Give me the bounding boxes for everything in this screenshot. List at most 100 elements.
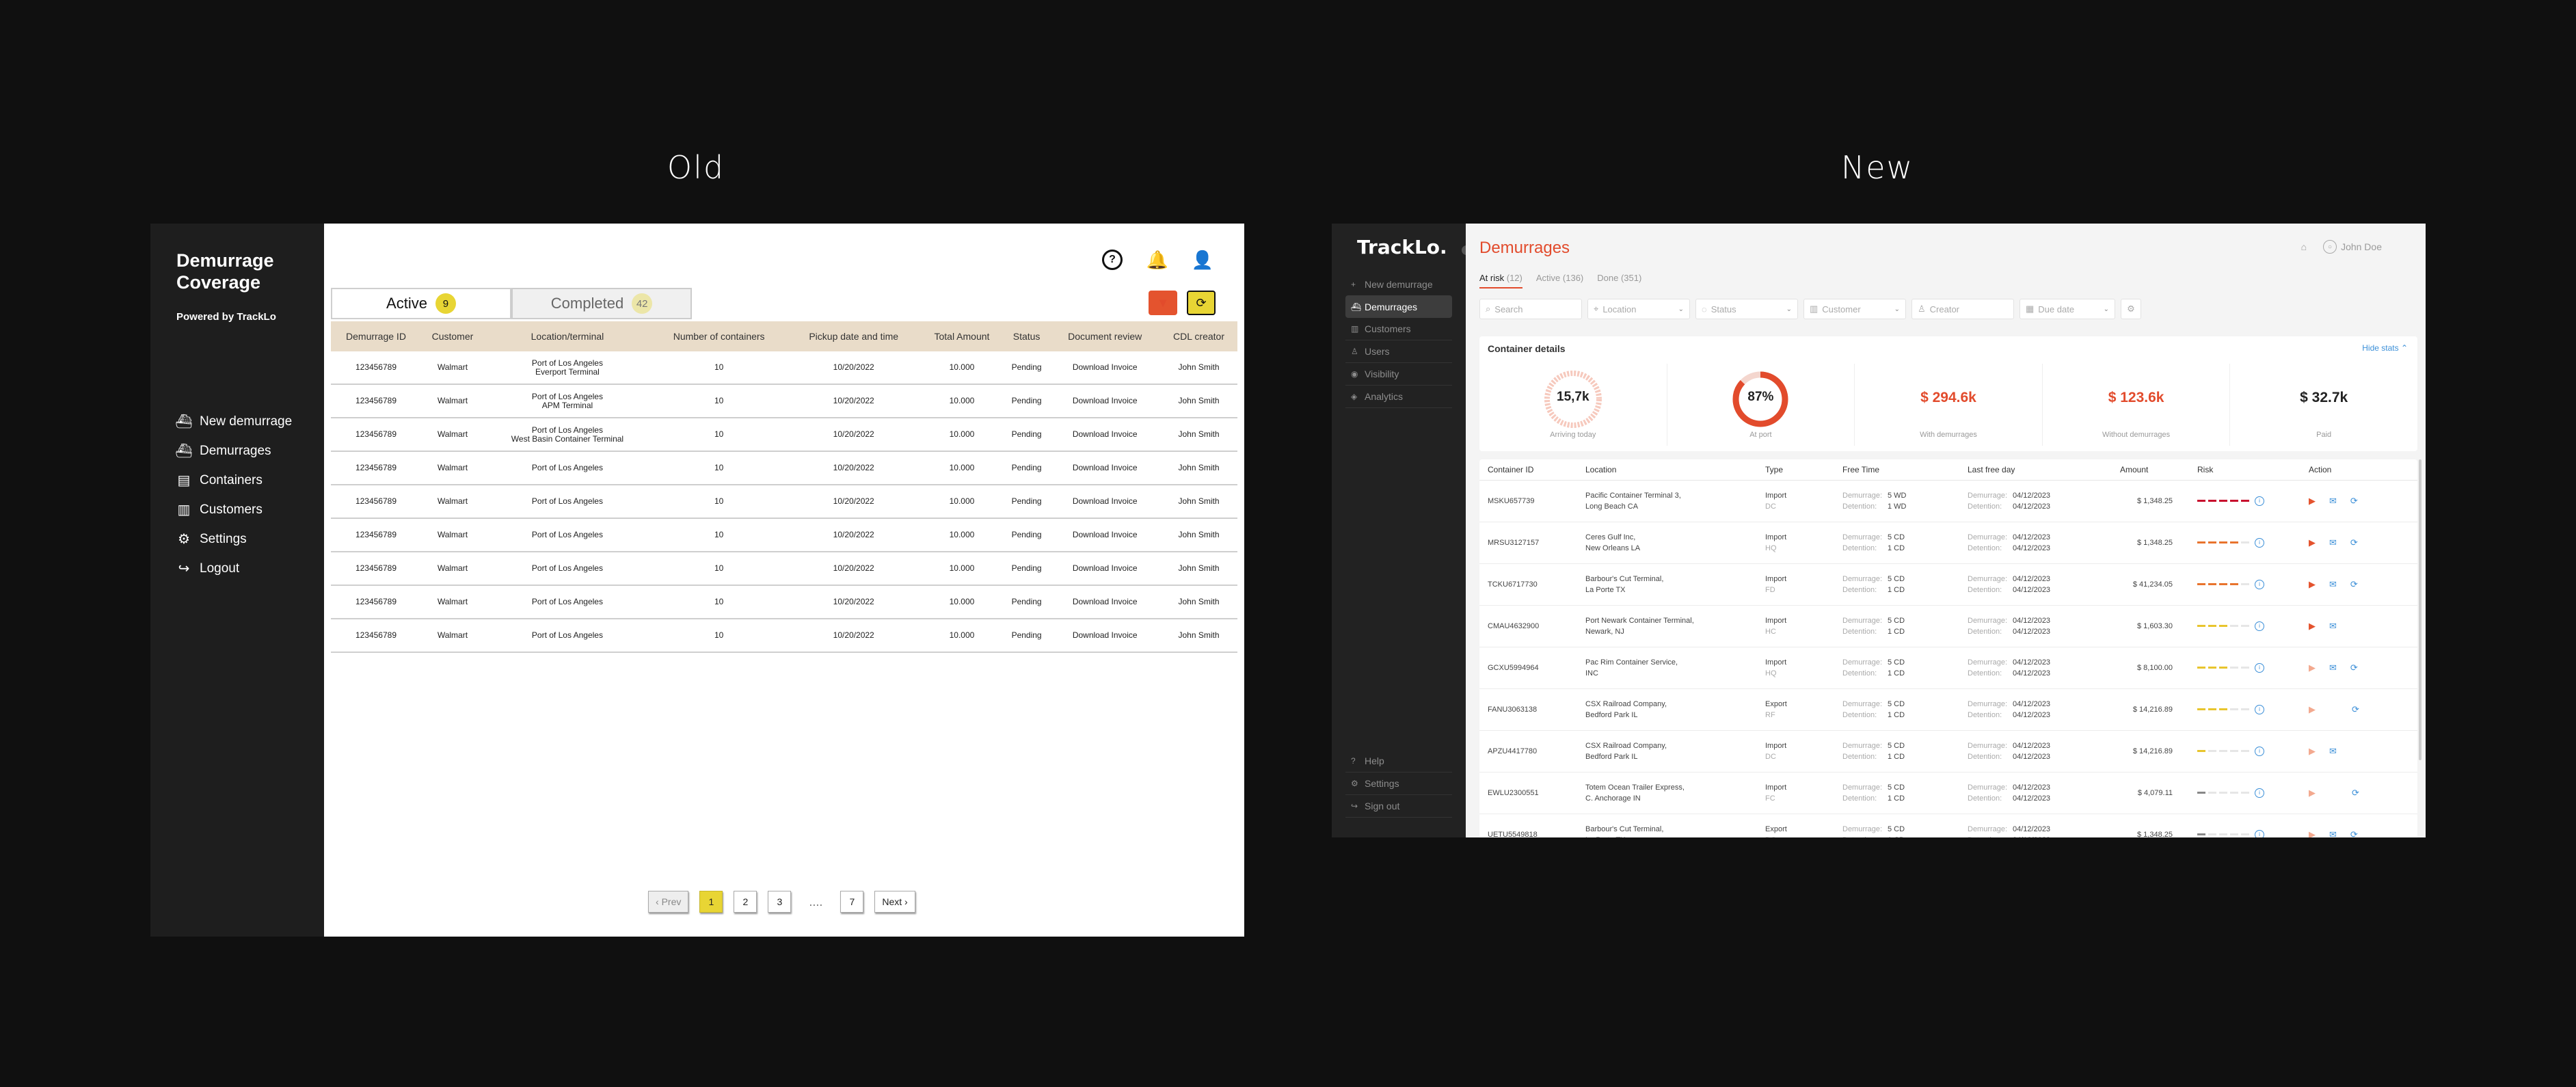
nav-item-new-demurrage[interactable]: + New demurrage <box>1345 273 1452 295</box>
column-header[interactable]: Total Amount <box>920 321 1004 351</box>
hide-stats-link[interactable]: Hide stats ⌃ <box>2362 343 2408 353</box>
table-row[interactable]: 123456789 Walmart Port of Los Angeles 10 10/… <box>331 518 1237 552</box>
refresh-icon[interactable]: ⟳ <box>2350 662 2358 673</box>
column-header[interactable]: CDL creator <box>1160 321 1237 351</box>
column-header[interactable]: Location <box>1577 459 1757 481</box>
download-invoice-link[interactable]: Download Invoice <box>1049 384 1161 418</box>
document-icon[interactable]: ▶ <box>2309 496 2316 507</box>
column-header[interactable]: Pickup date and time <box>787 321 921 351</box>
status-filter[interactable]: ◌ Status ⌄ <box>1695 299 1798 319</box>
nav-item-help[interactable]: ? Help <box>1345 750 1452 773</box>
document-icon[interactable]: ▶ <box>2309 621 2316 632</box>
page-3-button[interactable]: 3 <box>768 891 792 913</box>
info-icon[interactable]: i <box>2255 580 2264 589</box>
due-date-filter[interactable]: ▦ Due date ⌄ <box>2020 299 2115 319</box>
table-row[interactable]: 123456789 Walmart Port of Los Angeles 10 10/… <box>331 485 1237 519</box>
search-input[interactable]: ⌕ Search <box>1479 299 1582 319</box>
table-row[interactable]: TCKU6717730 Barbour's Cut Terminal, La Por… <box>1479 563 2417 606</box>
table-row[interactable]: 123456789 Walmart Port of Los Angeles Everp… <box>331 351 1237 385</box>
info-icon[interactable]: i <box>2255 621 2264 631</box>
column-header[interactable]: Container ID <box>1479 459 1577 481</box>
document-icon[interactable]: ▶ <box>2309 829 2316 837</box>
info-icon[interactable]: i <box>2255 830 2264 837</box>
table-row[interactable]: APZU4417780 CSX Railroad Company, Bedford … <box>1479 730 2417 773</box>
page-1-button[interactable]: 1 <box>699 891 723 913</box>
nav-item-customers[interactable]: ▥ Customers <box>175 495 292 524</box>
page-7-button[interactable]: 7 <box>840 891 864 913</box>
tab-active[interactable]: Active 9 <box>331 288 511 319</box>
page-2-button[interactable]: 2 <box>734 891 757 913</box>
tab-active[interactable]: Active (136) <box>1536 273 1583 288</box>
document-icon[interactable]: ▶ <box>2309 662 2316 673</box>
nav-item-sign-out[interactable]: ↪ Sign out <box>1345 795 1452 818</box>
next-page-button[interactable]: Next › <box>874 891 915 913</box>
refresh-icon[interactable]: ⟳ <box>2350 579 2358 590</box>
tab-done[interactable]: Done (351) <box>1597 273 1641 288</box>
table-scrollbar[interactable] <box>2419 459 2421 760</box>
download-invoice-link[interactable]: Download Invoice <box>1049 418 1161 452</box>
table-row[interactable]: CMAU4632900 Port Newark Container Termina… <box>1479 605 2417 647</box>
download-invoice-link[interactable]: Download Invoice <box>1049 619 1161 653</box>
mail-icon[interactable]: ✉ <box>2329 537 2337 548</box>
table-row[interactable]: EWLU2300551 Totem Ocean Trailer Express, C… <box>1479 772 2417 814</box>
nav-item-analytics[interactable]: ◈ Analytics <box>1345 386 1452 408</box>
download-invoice-link[interactable]: Download Invoice <box>1049 552 1161 586</box>
column-header[interactable]: Status <box>1003 321 1050 351</box>
document-icon[interactable]: ▶ <box>2309 537 2316 548</box>
column-header[interactable]: Customer <box>420 321 484 351</box>
user-icon[interactable]: 👤 <box>1192 250 1213 270</box>
refresh-icon[interactable]: ⟳ <box>2352 704 2359 715</box>
nav-item-users[interactable]: ♙ Users <box>1345 340 1452 363</box>
tab-completed[interactable]: Completed 42 <box>511 288 692 319</box>
nav-item-customers[interactable]: ▥ Customers <box>1345 318 1452 340</box>
table-row[interactable]: FANU3063138 CSX Railroad Company, Bedford … <box>1479 688 2417 731</box>
column-header[interactable]: Action <box>2300 459 2417 481</box>
customer-filter[interactable]: ▥ Customer ⌄ <box>1803 299 1906 319</box>
table-row[interactable]: UETU5549818 Barbour's Cut Terminal, La Por… <box>1479 814 2417 837</box>
column-header[interactable]: Document review <box>1049 321 1161 351</box>
table-row[interactable]: 123456789 Walmart Port of Los Angeles West … <box>331 418 1237 452</box>
refresh-icon[interactable]: ⟳ <box>2350 496 2358 507</box>
notification-bell-icon[interactable]: 🔔 <box>1146 250 1168 270</box>
nav-item-visibility[interactable]: ◉ Visibility <box>1345 363 1452 386</box>
refresh-icon[interactable]: ⟳ <box>2352 788 2359 799</box>
nav-item-settings[interactable]: ⚙ Settings <box>175 524 292 554</box>
info-icon[interactable]: i <box>2255 663 2264 673</box>
download-invoice-link[interactable]: Download Invoice <box>1049 518 1161 552</box>
home-icon[interactable]: ⌂ <box>2301 241 2307 252</box>
nav-item-new-demurrage[interactable]: ⛴ New demurrage <box>175 407 292 436</box>
download-invoice-link[interactable]: Download Invoice <box>1049 485 1161 519</box>
mail-icon[interactable]: ✉ <box>2329 662 2337 673</box>
settings-filter-button[interactable]: ⚙ <box>2121 299 2141 319</box>
nav-item-demurrages[interactable]: ⛴ Demurrages <box>175 436 292 466</box>
table-row[interactable]: MSKU657739 Pacific Container Terminal 3, L… <box>1479 480 2417 522</box>
mail-icon[interactable]: ✉ <box>2329 746 2337 757</box>
table-row[interactable]: 123456789 Walmart Port of Los Angeles APM T… <box>331 384 1237 418</box>
refresh-button[interactable]: ⟳ <box>1187 291 1216 315</box>
document-icon[interactable]: ▶ <box>2309 704 2316 715</box>
download-invoice-link[interactable]: Download Invoice <box>1049 585 1161 619</box>
column-header[interactable]: Risk <box>2189 459 2300 481</box>
table-row[interactable]: 123456789 Walmart Port of Los Angeles 10 10/… <box>331 619 1237 653</box>
table-row[interactable]: 123456789 Walmart Port of Los Angeles 10 10/… <box>331 451 1237 485</box>
column-header[interactable]: Type <box>1757 459 1834 481</box>
table-row[interactable]: GCXU5994964 Pac Rim Container Service, INC… <box>1479 647 2417 689</box>
table-row[interactable]: 123456789 Walmart Port of Los Angeles 10 10/… <box>331 552 1237 586</box>
nav-item-containers[interactable]: ▤ Containers <box>175 466 292 495</box>
column-header[interactable]: Free Time <box>1834 459 1959 481</box>
download-invoice-link[interactable]: Download Invoice <box>1049 351 1161 385</box>
info-icon[interactable]: i <box>2255 788 2264 798</box>
info-icon[interactable]: i <box>2255 705 2264 714</box>
document-icon[interactable]: ▶ <box>2309 746 2316 757</box>
creator-filter[interactable]: ♙ Creator <box>1911 299 2014 319</box>
table-row[interactable]: MRSU3127157 Ceres Gulf Inc, New Orleans LA… <box>1479 522 2417 564</box>
prev-page-button[interactable]: ‹ Prev <box>648 891 689 913</box>
refresh-icon[interactable]: ⟳ <box>2350 829 2358 837</box>
nav-item-settings[interactable]: ⚙ Settings <box>1345 773 1452 795</box>
info-icon[interactable]: i <box>2255 496 2264 506</box>
user-menu[interactable]: ○ John Doe <box>2323 240 2382 254</box>
column-header[interactable]: Last free day <box>1959 459 2112 481</box>
nav-item-demurrages[interactable]: ⛴ Demurrages <box>1345 295 1452 318</box>
column-header[interactable]: Location/terminal <box>483 321 651 351</box>
location-filter[interactable]: ⌖ Location ⌄ <box>1587 299 1690 319</box>
